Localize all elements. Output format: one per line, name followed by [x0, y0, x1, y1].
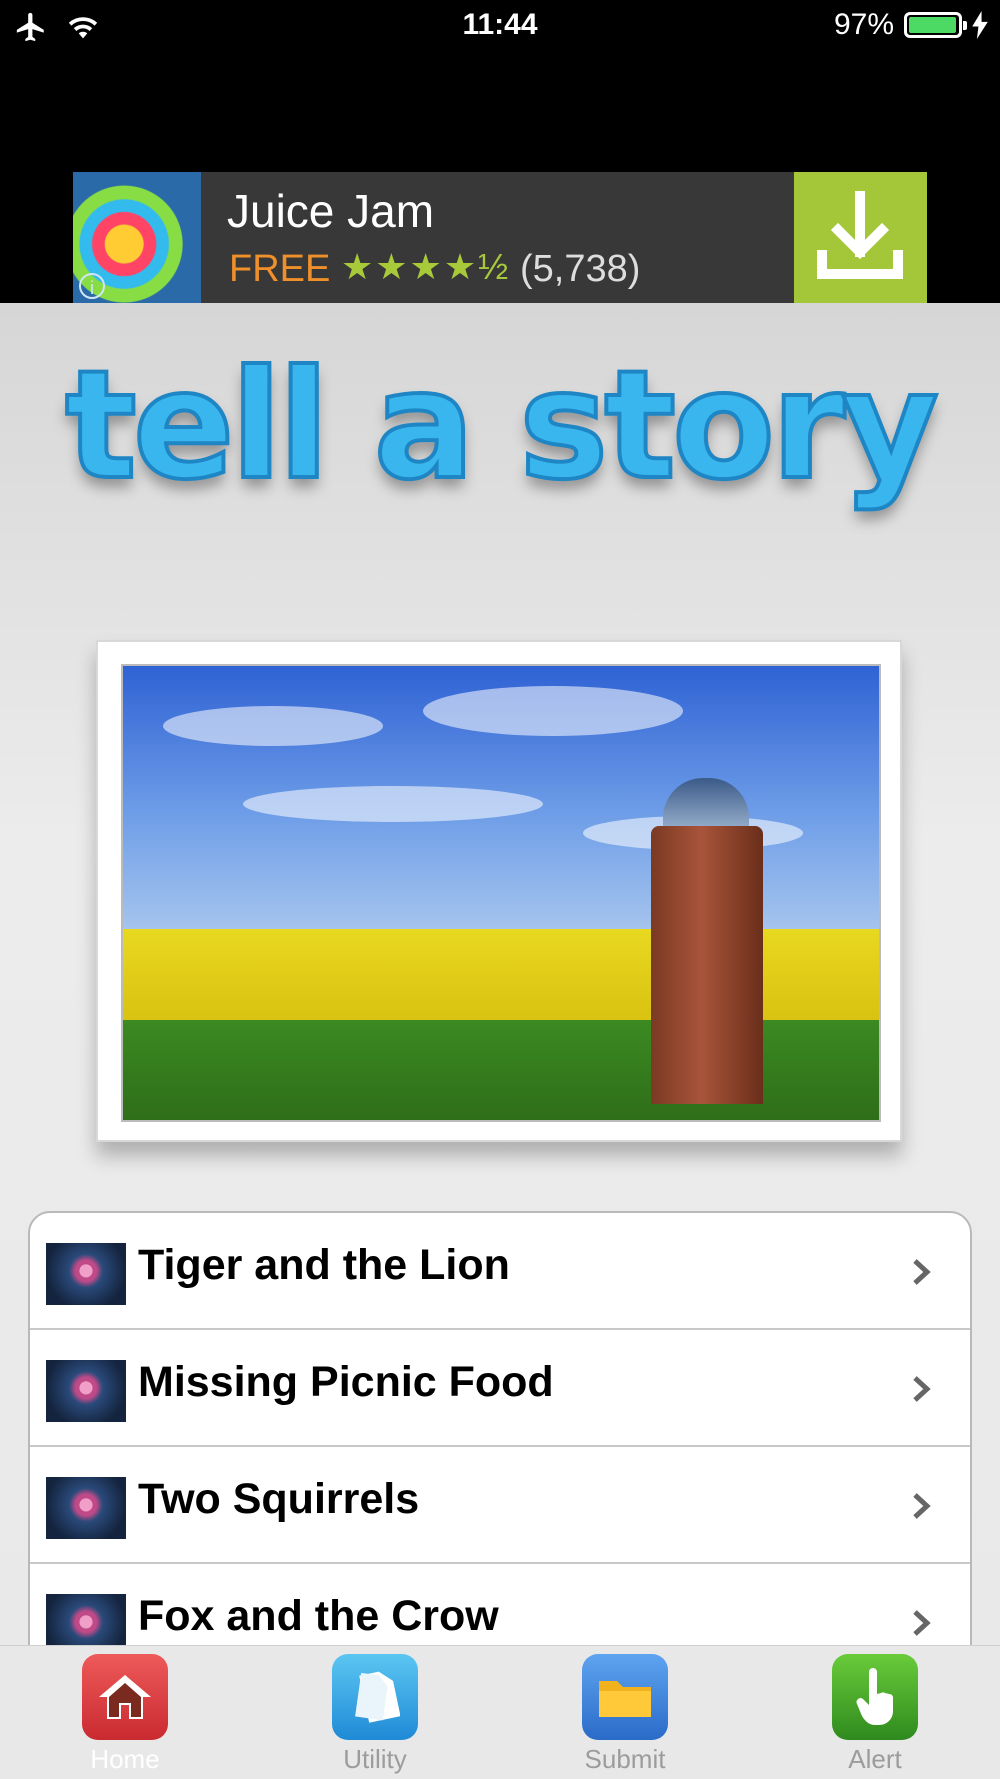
featured-photo — [121, 664, 881, 1122]
status-right: 97% — [834, 8, 988, 42]
story-row[interactable]: Fox and the Crow — [30, 1564, 970, 1645]
tab-label: Home — [90, 1744, 160, 1774]
story-list: Tiger and the Lion Missing Picnic Food T… — [28, 1211, 972, 1645]
chevron-right-icon — [913, 1493, 931, 1519]
story-row[interactable]: Missing Picnic Food — [30, 1330, 970, 1447]
tab-home[interactable]: Home — [0, 1646, 250, 1779]
chevron-right-icon — [913, 1259, 931, 1285]
app-title-logo: tell a story — [63, 337, 941, 515]
ad-download-button[interactable] — [794, 172, 927, 303]
story-title: Missing Picnic Food — [138, 1358, 554, 1406]
chevron-right-icon — [913, 1610, 931, 1636]
ad-rating-stars: ★★★★½ — [341, 246, 511, 287]
story-thumbnail — [46, 1477, 126, 1539]
story-title: Two Squirrels — [138, 1475, 420, 1523]
battery-percent: 97% — [833, 8, 894, 41]
chevron-right-icon — [913, 1376, 931, 1402]
story-thumbnail — [46, 1594, 126, 1645]
document-icon — [332, 1654, 418, 1740]
tab-utility[interactable]: Utility — [250, 1646, 500, 1779]
tab-label: Utility — [343, 1744, 407, 1774]
status-bar: 11:44 97% — [0, 0, 1000, 56]
hand-pointer-icon — [832, 1654, 918, 1740]
ad-title: Juice Jam — [227, 185, 435, 237]
tab-label: Submit — [584, 1744, 666, 1774]
folder-icon — [582, 1654, 668, 1740]
tab-submit[interactable]: Submit — [500, 1646, 750, 1779]
story-title: Fox and the Crow — [138, 1592, 499, 1640]
ad-app-icon[interactable]: i — [73, 172, 201, 303]
story-thumbnail — [46, 1360, 126, 1422]
info-icon[interactable]: i — [79, 273, 105, 299]
story-title: Tiger and the Lion — [138, 1241, 510, 1289]
main-content: tell a story Tiger and the Lion Missing … — [0, 303, 1000, 1645]
story-thumbnail — [46, 1243, 126, 1305]
story-row[interactable]: Tiger and the Lion — [30, 1213, 970, 1330]
ad-price: FREE — [229, 248, 331, 290]
ad-review-count: (5,738) — [520, 248, 641, 290]
story-row[interactable]: Two Squirrels — [30, 1447, 970, 1564]
featured-photo-frame — [96, 640, 902, 1142]
tab-label: Alert — [848, 1744, 902, 1774]
tab-alert[interactable]: Alert — [750, 1646, 1000, 1779]
home-icon — [82, 1654, 168, 1740]
tab-bar: Home Utility Submit Alert — [0, 1645, 1000, 1779]
battery-icon — [904, 12, 967, 38]
download-icon — [817, 191, 903, 279]
charging-icon — [972, 11, 988, 39]
ad-banner[interactable]: i Juice Jam FREE ★★★★½ (5,738) — [73, 172, 927, 303]
battery-fill — [909, 17, 956, 33]
